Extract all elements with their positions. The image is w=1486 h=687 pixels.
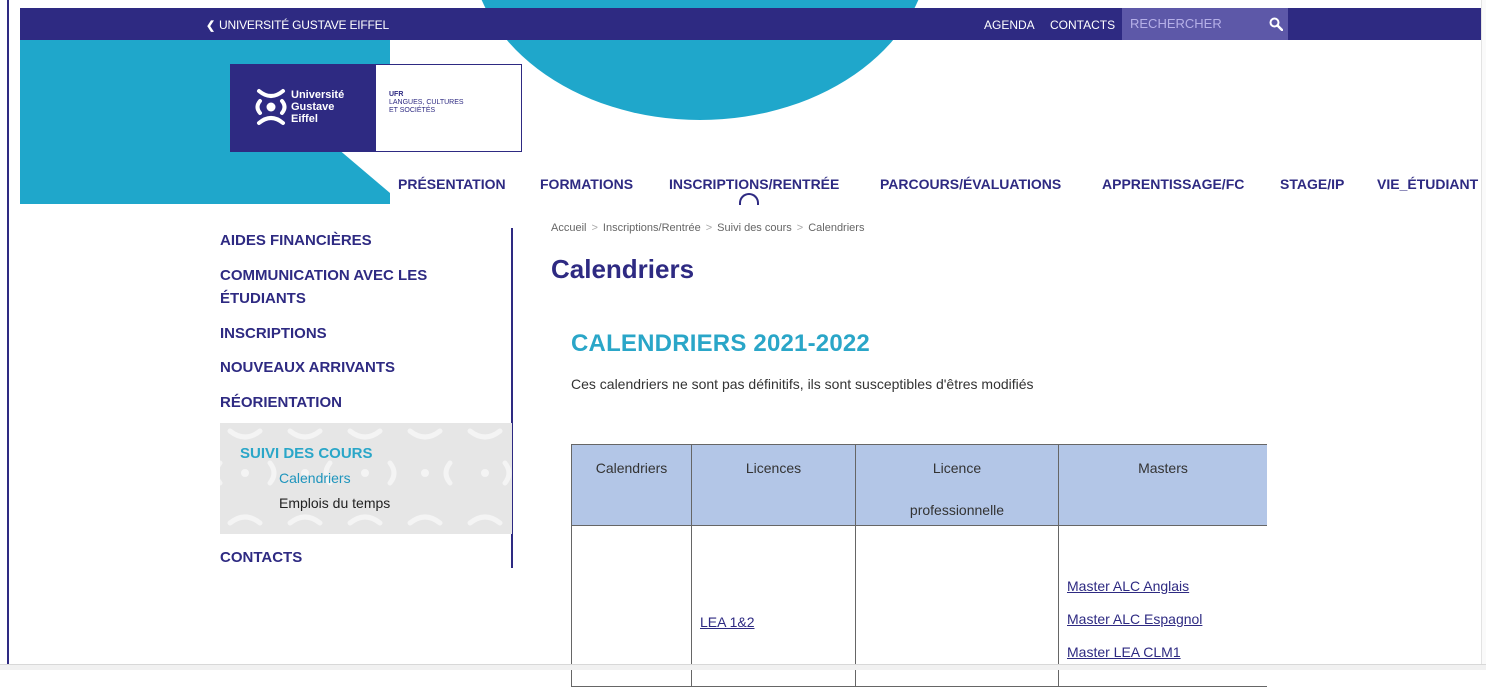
university-emblem-icon	[255, 89, 287, 125]
active-nav-indicator	[739, 193, 759, 205]
sidebar-item-aides[interactable]: AIDES FINANCIÈRES	[220, 230, 372, 252]
column-header-licence-pro: Licence professionnelle	[855, 444, 1059, 526]
top-bar: ❮ UNIVERSITÉ GUSTAVE EIFFEL AGENDA CONTA…	[20, 8, 1482, 40]
section-title: CALENDRIERS 2021-2022	[571, 330, 870, 357]
breadcrumb-suivi[interactable]: Suivi des cours	[717, 222, 792, 234]
nav-item-parcours[interactable]: PARCOURS/ÉVALUATIONS	[880, 176, 1061, 192]
link-master-alc-anglais[interactable]: Master ALC Anglais	[1067, 578, 1267, 594]
breadcrumb-accueil[interactable]: Accueil	[551, 222, 586, 234]
breadcrumb-current: Calendriers	[808, 222, 865, 234]
logo-line-1: Université	[291, 89, 345, 101]
breadcrumb-inscriptions[interactable]: Inscriptions/Rentrée	[603, 222, 701, 234]
contacts-link[interactable]: CONTACTS	[1050, 18, 1115, 32]
nav-item-vie-etudiant[interactable]: VIE_ÉTUDIANT	[1377, 176, 1478, 192]
sidebar-active-section: SUIVI DES COURS Calendriers Emplois du t…	[220, 423, 512, 534]
link-lea-1-2[interactable]: LEA 1&2	[700, 614, 855, 630]
intro-text: Ces calendriers ne sont pas définitifs, …	[571, 376, 1034, 392]
logo-wordmark: Université Gustave Eiffel	[291, 89, 344, 125]
sidebar-subitem-emplois[interactable]: Emplois du temps	[279, 495, 390, 511]
logo-line-3: Eiffel	[291, 113, 318, 125]
page-scrollbar[interactable]	[1481, 0, 1486, 664]
licence-pro-line1: Licence	[932, 460, 982, 476]
sidebar-item-suivi[interactable]: SUIVI DES COURS	[240, 445, 373, 462]
browser-frame-left	[0, 0, 9, 669]
licence-pro-line2: professionnelle	[909, 502, 1005, 518]
search-input[interactable]	[1122, 8, 1262, 38]
breadcrumb-separator: >	[705, 222, 713, 234]
table-cell-licence-pro	[855, 525, 1059, 687]
column-header-calendriers: Calendriers	[571, 444, 692, 526]
search-icon	[1269, 17, 1283, 31]
sidebar-item-communication-line2[interactable]: ÉTUDIANTS	[220, 288, 306, 310]
page-title: Calendriers	[551, 254, 695, 284]
table-cell-masters: Master ALC Anglais Master ALC Espagnol M…	[1058, 525, 1267, 687]
sidebar-item-contacts[interactable]: CONTACTS	[220, 547, 302, 569]
university-logo[interactable]: Université Gustave Eiffel UFR LANGUES, C…	[230, 64, 522, 152]
table-cell-licences: LEA 1&2	[691, 525, 856, 687]
browser-frame-bottom	[0, 664, 1486, 670]
calendars-table: Calendriers Licences Licence professionne…	[571, 444, 1267, 687]
table-cell-calendriers	[571, 525, 692, 687]
link-master-alc-espagnol[interactable]: Master ALC Espagnol	[1067, 611, 1267, 627]
sidebar-item-nouveaux[interactable]: NOUVEAUX ARRIVANTS	[220, 357, 395, 379]
logo-brand-block: Université Gustave Eiffel	[231, 65, 376, 151]
nav-item-presentation[interactable]: PRÉSENTATION	[398, 176, 506, 192]
column-header-licences: Licences	[691, 444, 856, 526]
agenda-link[interactable]: AGENDA	[984, 18, 1035, 32]
table-header-row: Calendriers Licences Licence professionne…	[571, 444, 1267, 526]
table-row: LEA 1&2 Master ALC Anglais Master ALC Es…	[571, 525, 1267, 687]
nav-item-formations[interactable]: FORMATIONS	[540, 176, 633, 192]
breadcrumb: Accueil > Inscriptions/Rentrée > Suivi des c…	[551, 222, 864, 234]
sidebar-item-inscriptions[interactable]: INSCRIPTIONS	[220, 323, 327, 345]
sidebar-item-communication[interactable]: COMMUNICATION AVEC LES	[220, 265, 427, 287]
ufr-title: UFR	[389, 91, 404, 98]
ufr-line-2: LANGUES, CULTURES	[389, 99, 464, 106]
link-master-lea-clm1[interactable]: Master LEA CLM1	[1067, 644, 1267, 660]
sidebar-item-reorientation[interactable]: RÉORIENTATION	[220, 392, 342, 414]
search-box	[1122, 8, 1264, 40]
logo-line-2: Gustave	[291, 101, 335, 113]
sidebar-pattern-decoration	[220, 428, 512, 526]
ufr-label: UFR LANGUES, CULTURES ET SOCIÉTÉS	[389, 91, 464, 115]
breadcrumb-separator: >	[591, 222, 598, 234]
column-header-masters: Masters	[1058, 444, 1267, 526]
back-link-label: UNIVERSITÉ GUSTAVE EIFFEL	[219, 18, 389, 32]
breadcrumb-separator: >	[796, 222, 804, 234]
nav-item-apprentissage[interactable]: APPRENTISSAGE/FC	[1102, 176, 1244, 192]
sidebar-subitem-calendriers[interactable]: Calendriers	[279, 470, 351, 486]
chevron-left-icon: ❮	[206, 19, 216, 32]
ufr-line-3: ET SOCIÉTÉS	[389, 107, 436, 114]
nav-item-inscriptions[interactable]: INSCRIPTIONS/RENTRÉE	[669, 176, 839, 192]
nav-item-stage[interactable]: STAGE/IP	[1280, 176, 1344, 192]
back-to-university-link[interactable]: ❮ UNIVERSITÉ GUSTAVE EIFFEL	[206, 18, 389, 32]
search-button[interactable]	[1264, 8, 1288, 40]
